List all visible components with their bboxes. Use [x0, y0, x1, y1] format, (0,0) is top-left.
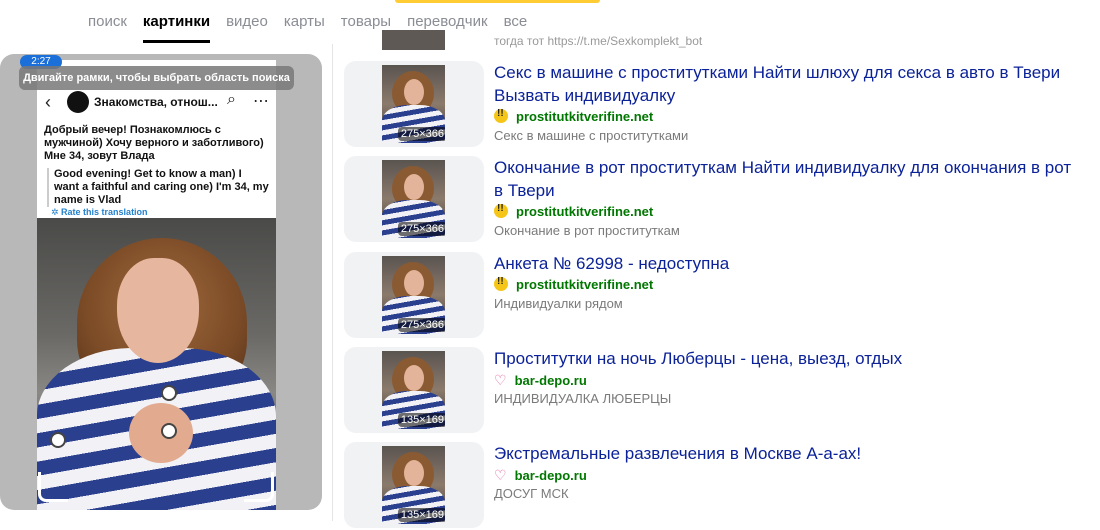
- result-item[interactable]: 275×366 Окончание в рот проституткам Най…: [344, 156, 1084, 244]
- search-bar-accent: [395, 0, 600, 3]
- image-size: 135×169: [397, 413, 445, 427]
- query-image-panel: ‹ Знакомства, отнош... ⌕ ⋯ Добрый вечер!…: [0, 54, 322, 510]
- message-original: Добрый вечер! Познакомлюсь с мужчиной) Х…: [44, 124, 264, 162]
- tab-video[interactable]: видео: [226, 13, 268, 43]
- result-title[interactable]: Анкета № 62998 - недоступна: [494, 252, 1084, 275]
- result-site[interactable]: ♡ bar-depo.ru: [494, 372, 587, 389]
- exclamation-icon: [494, 276, 508, 291]
- photo: [37, 218, 276, 510]
- result-site[interactable]: prostitutkitverifine.net: [494, 276, 654, 292]
- image-size: 275×366: [397, 222, 445, 236]
- result-thumbnail[interactable]: 275×366: [344, 252, 484, 338]
- thumb-face: [404, 174, 424, 200]
- thumbnail-image: 275×366: [382, 160, 445, 238]
- result-description: Окончание в рот проституткам: [494, 223, 680, 238]
- result-site[interactable]: prostitutkitverifine.net: [494, 203, 654, 219]
- result-site[interactable]: ♡ bar-depo.ru: [494, 467, 587, 484]
- tab-search[interactable]: поиск: [88, 13, 127, 43]
- chat-header: ‹ Знакомства, отнош... ⌕ ⋯: [37, 90, 276, 116]
- result-item[interactable]: 275×366 Анкета № 62998 - недоступна pros…: [344, 252, 1084, 340]
- result-thumbnail[interactable]: 135×169: [344, 347, 484, 433]
- divider: [332, 44, 333, 521]
- rate-translation-link: ✲ Rate this translation: [51, 207, 148, 217]
- query-screenshot[interactable]: ‹ Знакомства, отнош... ⌕ ⋯ Добрый вечер!…: [37, 60, 276, 510]
- result-snippet-partial: тогда тот https://t.me/Sexkomplekt_bot: [494, 34, 703, 48]
- crop-handle[interactable]: [50, 432, 66, 448]
- result-description: ИНДИВИДУАЛКА ЛЮБЕРЦЫ: [494, 391, 672, 406]
- thumb-face: [404, 270, 424, 296]
- thumbnail-image: 275×366: [382, 256, 445, 334]
- more-dots-icon: ⋯: [253, 93, 269, 110]
- heart-icon: ♡: [494, 372, 507, 388]
- thumb-face: [404, 460, 424, 486]
- image-size: 135×169: [397, 508, 445, 522]
- crop-hint: Двигайте рамки, чтобы выбрать область по…: [19, 66, 294, 90]
- tab-maps[interactable]: карты: [284, 13, 325, 43]
- result-title[interactable]: Проститутки на ночь Люберцы - цена, выез…: [494, 347, 1084, 370]
- thumbnail-image: 275×366: [382, 65, 445, 143]
- back-arrow-icon: ‹: [45, 92, 51, 112]
- channel-title: Знакомства, отнош...: [94, 95, 218, 109]
- thumb-face: [404, 365, 424, 391]
- result-title[interactable]: Экстремальные развлечения в Москве А-а-а…: [494, 442, 1084, 465]
- thumbnail-image: 135×169: [382, 446, 445, 524]
- result-thumbnail-partial[interactable]: [382, 30, 445, 50]
- exclamation-icon: [494, 203, 508, 218]
- exclamation-icon: [494, 108, 508, 123]
- site-domain: bar-depo.ru: [514, 373, 587, 388]
- thumbnail-image: 135×169: [382, 351, 445, 429]
- result-thumbnail[interactable]: 275×366: [344, 156, 484, 242]
- search-icon: ⌕: [227, 91, 236, 108]
- result-item[interactable]: 135×169 Проститутки на ночь Люберцы - це…: [344, 347, 1084, 435]
- site-domain: bar-depo.ru: [514, 468, 587, 483]
- result-description: Секс в машине с проститутками: [494, 128, 689, 143]
- image-size: 275×366: [397, 318, 445, 332]
- crop-handle[interactable]: [161, 385, 177, 401]
- result-title[interactable]: Секс в машине с проститутками Найти шлюх…: [494, 61, 1084, 107]
- result-item[interactable]: 275×366 Секс в машине с проститутками На…: [344, 61, 1084, 149]
- crop-corner[interactable]: [38, 472, 68, 502]
- tab-images[interactable]: картинки: [142, 13, 211, 43]
- result-title[interactable]: Окончание в рот проституткам Найти индив…: [494, 156, 1084, 202]
- crop-corner[interactable]: [244, 472, 274, 502]
- result-item[interactable]: 135×169 Экстремальные развлечения в Моск…: [344, 442, 1084, 530]
- heart-icon: ♡: [494, 467, 507, 483]
- crop-handle[interactable]: [161, 423, 177, 439]
- site-domain: prostitutkitverifine.net: [516, 204, 654, 219]
- message-translation: Good evening! Get to know a man) I want …: [47, 168, 269, 207]
- site-domain: prostitutkitverifine.net: [516, 109, 654, 124]
- image-size: 275×366: [397, 127, 445, 141]
- photo-face: [117, 258, 199, 363]
- channel-avatar: [67, 91, 89, 113]
- search-tabs: поиск картинки видео карты товары перево…: [88, 13, 543, 43]
- result-thumbnail[interactable]: 135×169: [344, 442, 484, 528]
- result-site[interactable]: prostitutkitverifine.net: [494, 108, 654, 124]
- thumb-face: [404, 79, 424, 105]
- result-thumbnail[interactable]: 275×366: [344, 61, 484, 147]
- result-description: ДОСУГ МСК: [494, 486, 569, 501]
- result-description: Индивидуалки рядом: [494, 296, 623, 311]
- site-domain: prostitutkitverifine.net: [516, 277, 654, 292]
